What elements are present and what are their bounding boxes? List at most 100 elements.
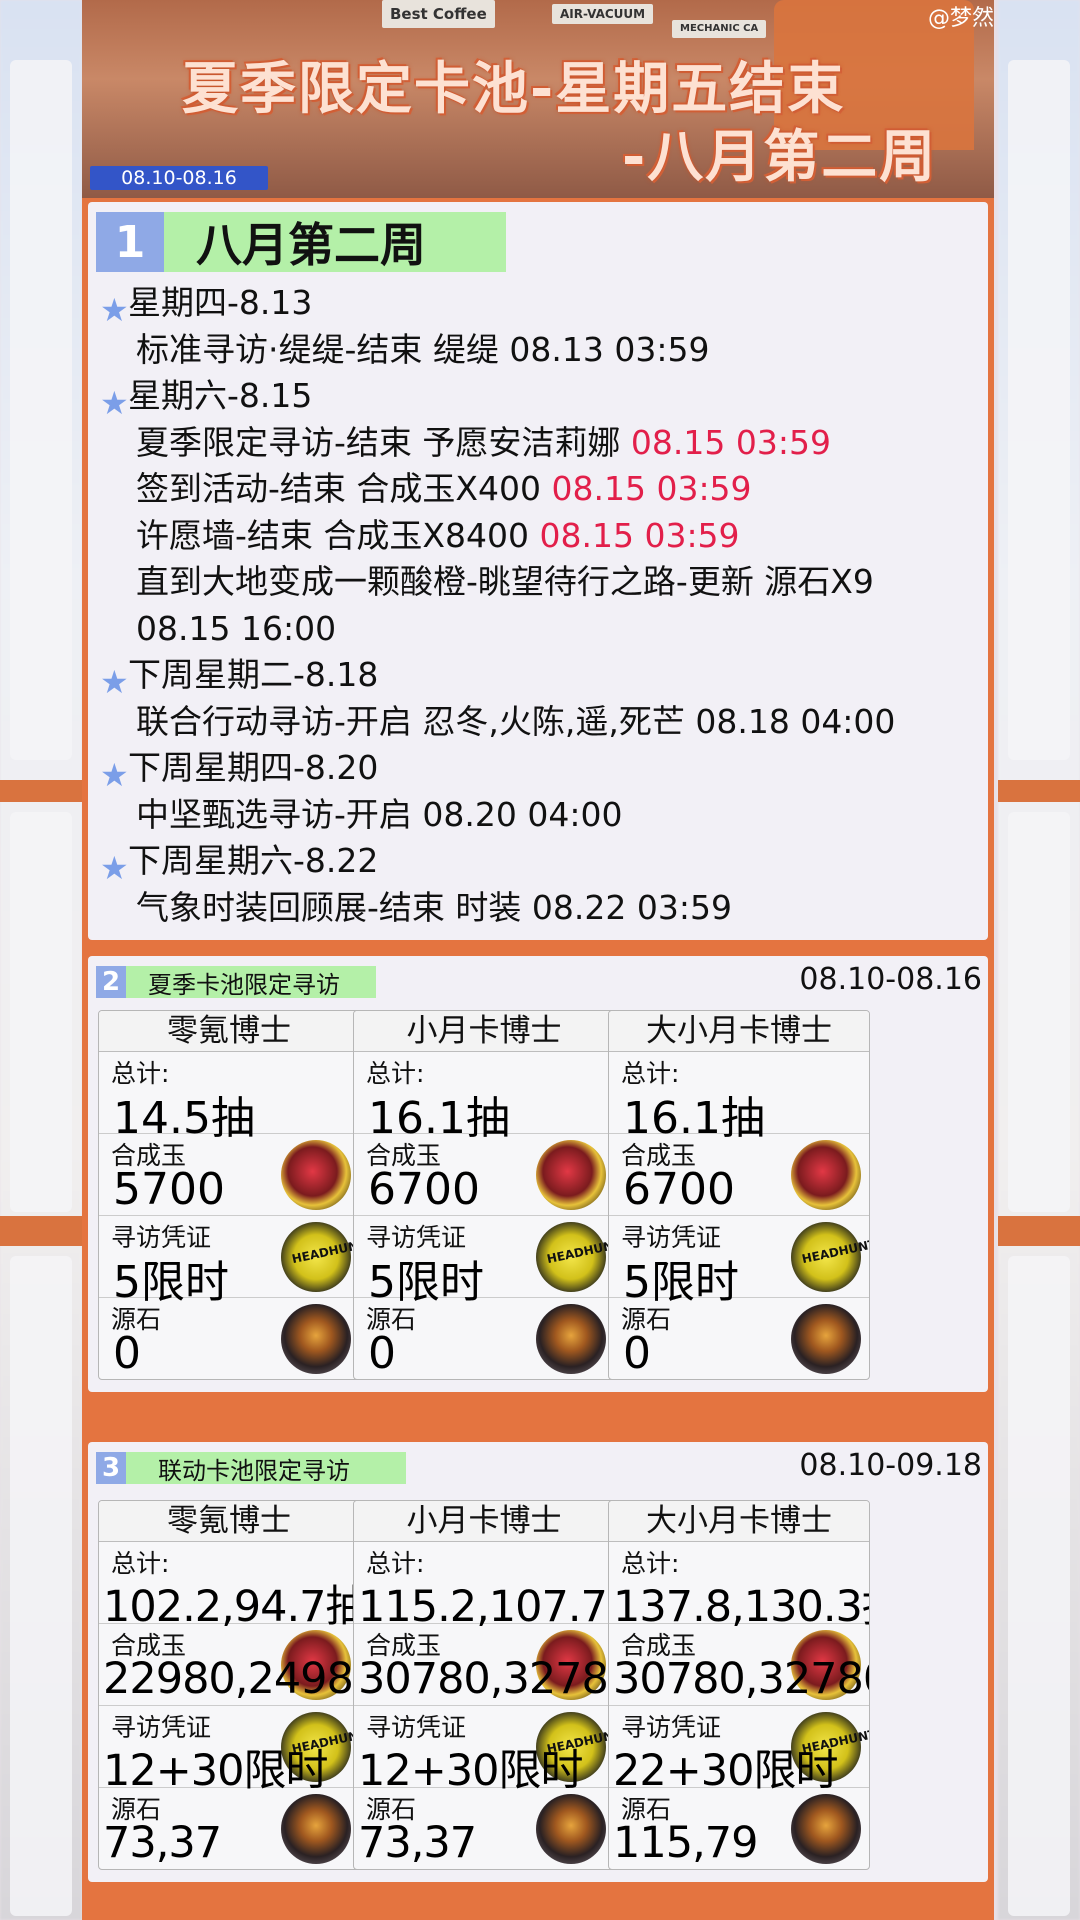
author-credit: @梦然 — [927, 6, 994, 31]
schedule-text: 下周星期六-8.22 — [128, 841, 379, 880]
player-type-column: 小月卡博士总计:115.2,107.7抽合成玉30780,32780HEADHU… — [353, 1500, 615, 1870]
left-backdrop-strip — [0, 780, 82, 802]
schedule-event: 许愿墙-结束 合成玉X8400 08.15 03:59 — [100, 513, 980, 560]
schedule-text: 标准寻访·缇缇-结束 缇缇 08.13 03:59 — [136, 329, 710, 369]
player-type-column: 大小月卡博士总计:137.8,130.3抽合成玉30780,32780HEADH… — [608, 1500, 870, 1870]
player-type-column: 小月卡博士 总计: 16.1抽 合成玉 6700 HEADHUNTING 寻访凭证 5限时 源石… — [353, 1010, 615, 1380]
originite-prime-icon — [791, 1794, 861, 1864]
ticket-icon-label: HEADHUNTING — [290, 1231, 360, 1267]
schedule-text: 08.15 16:00 — [136, 608, 337, 648]
resource-cell-ticket: HEADHUNTING 寻访凭证 12+30限时 — [354, 1706, 614, 1796]
schedule-text: 星期四-8.13 — [128, 283, 313, 322]
schedule-card: 1 八月第二周 ★ 星期四-8.13 标准寻访·缇缇-结束 缇缇 08.13 03:… — [88, 202, 988, 940]
section-title: 夏季卡池限定寻访 — [126, 966, 376, 999]
schedule-event: 中坚甄选寻访-开启 08.20 04:00 — [100, 792, 980, 839]
resource-cell-jade: 合成玉 6700 — [354, 1134, 614, 1216]
schedule-text: 直到大地变成一颗酸橙-眺望待行之路-更新 源石X9 — [136, 562, 874, 601]
resource-cell-total: 总计: 16.1抽 — [354, 1052, 614, 1144]
section-number: 3 — [96, 1452, 126, 1484]
highlight-time: 08.15 03:59 — [551, 469, 752, 508]
originite-prime-icon — [536, 1304, 606, 1374]
resource-value: 73,37 — [358, 1818, 477, 1868]
schedule-text: 签到活动-结束 合成玉X400 — [136, 469, 552, 508]
right-backdrop-strip — [998, 780, 1080, 802]
left-backdrop-card — [10, 812, 72, 1212]
schedule-text: 夏季限定寻访-结束 予愿安洁莉娜 — [136, 422, 631, 462]
resource-value: 6700 — [623, 1164, 735, 1215]
schedule-text: 下周星期四-8.20 — [128, 748, 379, 787]
left-backdrop-strip — [0, 1216, 82, 1246]
resource-value: 73,37 — [103, 1818, 222, 1868]
schedule-day-heading: ★ 星期四-8.13 — [100, 280, 980, 329]
schedule-list: ★ 星期四-8.13 标准寻访·缇缇-结束 缇缇 08.13 03:59 ★ 星期六-8… — [100, 280, 980, 931]
player-type-column: 零氪博士 总计: 14.5抽 合成玉 5700 HEADHUNTING 寻访凭证 5限时 源石 0 — [98, 1010, 360, 1380]
main-image: Best Coffee AIR-VACUUM MECHANIC CA 夏季限定卡… — [82, 0, 994, 1920]
date-range-chip: 08.10-08.16 — [90, 166, 268, 190]
left-backdrop-card — [10, 1256, 72, 1916]
column-header: 零氪博士 — [99, 1011, 359, 1052]
originite-prime-icon — [536, 1794, 606, 1864]
schedule-event: 夏季限定寻访-结束 予愿安洁莉娜 08.15 03:59 — [100, 420, 980, 467]
schedule-day-heading: ★ 下周星期二-8.18 — [100, 652, 980, 701]
column-header: 大小月卡博士 — [609, 1011, 869, 1052]
schedule-text: 许愿墙-结束 合成玉X8400 — [136, 515, 540, 555]
resource-cell-orig: 源石 115,79 — [609, 1788, 869, 1869]
schedule-text: 中坚甄选寻访-开启 08.20 04:00 — [136, 794, 623, 834]
shop-sign: Best Coffee — [382, 0, 495, 28]
resource-value: 30780,32780 — [613, 1654, 870, 1704]
section-title: 联动卡池限定寻访 — [126, 1452, 406, 1485]
originite-prime-icon — [281, 1794, 351, 1864]
resource-value: 5700 — [113, 1164, 225, 1215]
schedule-text: 星期六-8.15 — [128, 376, 313, 415]
resource-cell-total: 总计:137.8,130.3抽 — [609, 1542, 869, 1632]
column-header: 零氪博士 — [99, 1501, 359, 1542]
column-header: 小月卡博士 — [354, 1501, 614, 1542]
headhunting-permit-icon: HEADHUNTING — [791, 1222, 869, 1292]
schedule-text: 联合行动寻访-开启 忍冬,火陈,遥,死芒 08.18 04:00 — [136, 701, 896, 741]
resource-cell-total: 总计: 14.5抽 — [99, 1052, 359, 1144]
player-type-column: 大小月卡博士 总计: 16.1抽 合成玉 6700 HEADHUNTING 寻访凭证 5限时源… — [608, 1010, 870, 1380]
player-type-column: 零氪博士 总计: 102.2,94.7抽 合成玉 22980,24980 HEADHUNT… — [98, 1500, 360, 1870]
banner-subtitle: -八月第二周 — [622, 125, 938, 190]
schedule-event: 直到大地变成一颗酸橙-眺望待行之路-更新 源石X9 — [100, 559, 980, 606]
originium-prime-icon — [536, 1140, 606, 1210]
resource-cell-jade: 合成玉 30780,32780 — [609, 1624, 869, 1706]
resource-cell-total: 总计: 16.1抽 — [609, 1052, 869, 1144]
resource-cell-jade: 合成玉 6700 — [609, 1134, 869, 1216]
resource-cell-orig: 源石 0 — [354, 1298, 614, 1379]
highlight-time: 08.15 03:59 — [539, 515, 740, 555]
resource-value: 0 — [113, 1328, 141, 1379]
shop-sign: AIR-VACUUM — [552, 4, 654, 24]
column-header: 大小月卡博士 — [609, 1501, 869, 1542]
originite-prime-icon — [791, 1304, 861, 1374]
resource-cell-orig: 源石 73,37 — [354, 1788, 614, 1869]
originium-prime-icon — [281, 1140, 351, 1210]
schedule-day-heading: ★ 下周星期四-8.20 — [100, 745, 980, 794]
resource-value: 22980,24980 — [103, 1654, 360, 1704]
resource-cell-orig: 源石 73,37 — [99, 1788, 359, 1869]
collab-banner-card: 3 联动卡池限定寻访 08.10-09.18 零氪博士 总计: 102.2,94.7… — [88, 1442, 988, 1882]
right-backdrop-card — [1008, 60, 1070, 760]
resource-value: 0 — [368, 1328, 396, 1379]
resource-value: 6700 — [368, 1164, 480, 1215]
resource-value: 0 — [623, 1328, 651, 1379]
resource-cell-ticket: HEADHUNTING 寻访凭证 5限时 — [609, 1216, 869, 1308]
schedule-text: 气象时装回顾展-结束 时装 08.22 03:59 — [136, 887, 732, 927]
column-header: 小月卡博士 — [354, 1011, 614, 1052]
ticket-icon-label: HEADHUNTING — [800, 1231, 870, 1267]
resource-cell-ticket: HEADHUNTING 寻访凭证 5限时 — [354, 1216, 614, 1308]
resource-cell-ticket: HEADHUNTING 寻访凭证 12+30限时 — [99, 1706, 359, 1796]
schedule-event: 气象时装回顾展-结束 时装 08.22 03:59 — [100, 885, 980, 932]
resource-cell-jade: 合成玉 5700 — [99, 1134, 359, 1216]
originium-prime-icon — [791, 1140, 861, 1210]
schedule-day-heading: ★ 下周星期六-8.22 — [100, 838, 980, 887]
date-range: 08.10-08.16 — [799, 962, 982, 997]
section-number: 2 — [96, 966, 126, 998]
resource-cell-orig: 源石 0 — [609, 1298, 869, 1379]
date-range: 08.10-09.18 — [799, 1448, 982, 1483]
section-header: 3 联动卡池限定寻访 — [96, 1452, 406, 1485]
resource-cell-total: 总计:115.2,107.7抽 — [354, 1542, 614, 1632]
resource-cell-ticket: HEADHUNTING 寻访凭证 22+30限时 — [609, 1706, 869, 1796]
resource-cell-jade: 合成玉 22980,24980 — [99, 1624, 359, 1706]
banner: Best Coffee AIR-VACUUM MECHANIC CA 夏季限定卡… — [82, 0, 994, 198]
